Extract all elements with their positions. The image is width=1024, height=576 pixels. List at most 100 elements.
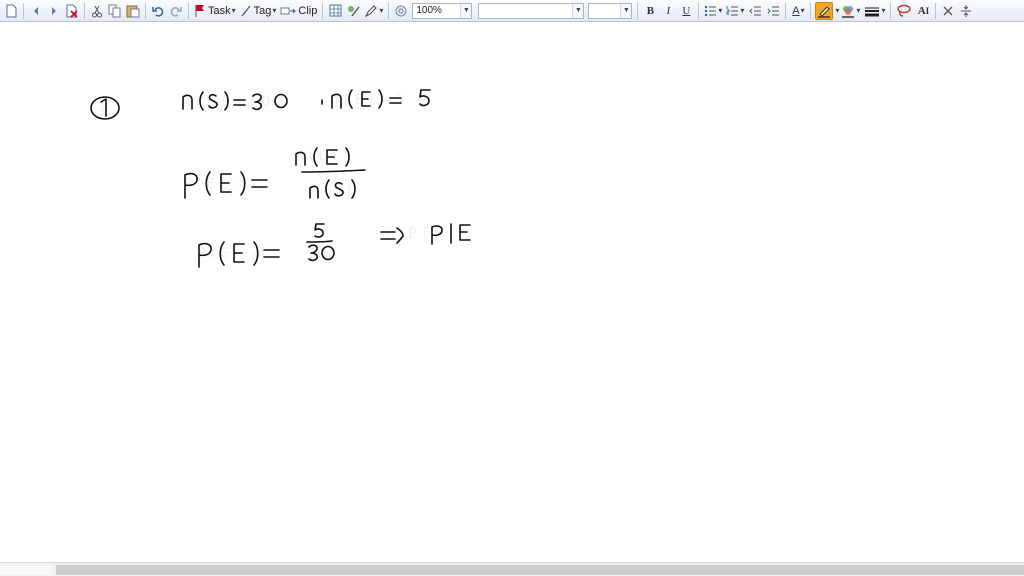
fill-color-icon <box>841 4 855 18</box>
bullet-list-button[interactable]: ▾ <box>703 2 723 20</box>
scrollbar-thumb[interactable] <box>56 565 1024 575</box>
problem-number-ink <box>90 96 120 120</box>
task-button[interactable]: Task ▾ <box>193 2 237 20</box>
chevron-down-icon: ▾ <box>740 6 745 15</box>
undo-button[interactable] <box>150 2 166 20</box>
forward-button[interactable] <box>46 2 62 20</box>
split-button[interactable] <box>958 2 974 20</box>
draw-tools-button[interactable] <box>345 2 361 20</box>
table-icon <box>329 4 342 17</box>
redo-button[interactable] <box>168 2 184 20</box>
separator <box>810 2 812 19</box>
copy-button[interactable] <box>107 2 123 20</box>
tag-label: Tag <box>253 4 272 17</box>
new-page-button[interactable] <box>3 2 19 20</box>
at-sign-icon <box>395 5 407 17</box>
font-color-glyph: A <box>792 4 800 17</box>
split-icon <box>960 4 972 18</box>
italic-button[interactable]: I <box>660 2 676 20</box>
increase-indent-icon <box>767 5 780 17</box>
fill-color-button[interactable]: ▾ <box>840 2 861 20</box>
font-color-button[interactable]: A ▾ <box>790 2 806 20</box>
pen-icon <box>364 4 378 18</box>
zoom-value: 100% <box>416 5 442 16</box>
note-canvas[interactable]: 1 n(S)=30 n(E)=5 P(E) = n(E) n(S) P(E) =… <box>0 22 1024 562</box>
line3-denominator-ink <box>308 244 335 262</box>
horizontal-scrollbar[interactable] <box>0 562 1024 576</box>
increase-indent-button[interactable] <box>765 2 781 20</box>
clip-button[interactable]: Clip <box>279 2 318 20</box>
separator <box>785 2 787 19</box>
separator <box>145 2 146 19</box>
delete-page-button[interactable] <box>64 2 80 20</box>
chevron-down-icon: ▾ <box>231 6 236 15</box>
clip-label: Clip <box>298 4 318 17</box>
redo-icon <box>170 5 182 17</box>
chevron-down-icon: ▾ <box>379 6 384 15</box>
lasso-button[interactable] <box>895 2 913 20</box>
decrease-indent-button[interactable] <box>747 2 763 20</box>
separator <box>23 2 24 19</box>
table-button[interactable] <box>327 2 343 20</box>
chevron-down-icon: ▼ <box>620 3 632 18</box>
chevron-down-icon: ▼ <box>572 3 584 18</box>
chevron-down-icon: ▼ <box>460 3 472 18</box>
delete-page-icon <box>65 4 79 18</box>
decrease-indent-icon <box>749 5 762 17</box>
back-button[interactable] <box>28 2 44 20</box>
new-page-icon <box>5 4 17 18</box>
scrollbar-left-area <box>0 565 52 575</box>
back-icon <box>31 5 41 17</box>
numbered-list-icon <box>726 5 739 17</box>
underline-button[interactable]: U <box>678 2 694 20</box>
close-x-button[interactable] <box>940 2 956 20</box>
separator <box>388 2 390 19</box>
lasso-icon <box>896 4 912 18</box>
task-flag-icon <box>194 4 206 18</box>
cut-button[interactable] <box>89 2 105 20</box>
chevron-down-icon: ▾ <box>856 6 861 15</box>
handwriting-ink <box>90 89 471 268</box>
separator <box>84 2 85 19</box>
separator <box>890 2 892 19</box>
paste-button[interactable] <box>125 2 141 20</box>
highlighter-icon <box>817 4 831 18</box>
paste-icon <box>126 4 140 18</box>
separator <box>935 2 937 19</box>
separator <box>637 2 639 19</box>
line2-numerator-ink <box>295 147 350 167</box>
task-label: Task <box>208 4 231 17</box>
text-style-icon: A <box>917 4 926 17</box>
chevron-down-icon: ▾ <box>272 6 277 15</box>
at-sign-button[interactable] <box>393 2 409 20</box>
forward-icon <box>49 5 59 17</box>
line1-left-ink <box>182 91 288 111</box>
font-size-select[interactable]: ▼ <box>588 2 633 19</box>
clip-icon <box>280 5 297 17</box>
highlighter-button[interactable] <box>815 1 834 20</box>
tag-button[interactable]: Tag ▾ <box>239 2 278 20</box>
text-cursor-icon: I <box>925 5 930 16</box>
separator <box>188 2 189 19</box>
draw-tools-icon <box>346 4 360 18</box>
cut-icon <box>91 4 103 18</box>
line3-lhs-ink <box>198 241 280 268</box>
undo-icon <box>152 5 164 17</box>
font-name-select[interactable]: ▼ <box>478 2 585 19</box>
pen-button[interactable]: ▾ <box>363 2 384 20</box>
line-style-button[interactable]: ▾ <box>863 2 886 20</box>
font-color-icon: A <box>792 4 800 17</box>
numbered-list-button[interactable]: ▾ <box>725 2 745 20</box>
line3-fraction-bar <box>306 240 333 243</box>
chevron-down-icon[interactable]: ▾ <box>835 6 839 15</box>
separator <box>698 2 700 19</box>
bullet-list-icon <box>704 5 717 17</box>
bold-button[interactable]: B <box>642 2 658 20</box>
text-style-button[interactable]: AI <box>915 2 931 20</box>
chevron-down-icon: ▾ <box>800 6 805 15</box>
zoom-select[interactable]: 100% ▼ <box>412 2 473 19</box>
line-style-icon <box>864 5 880 17</box>
line1-right-ink <box>321 89 431 109</box>
toolbar: Task ▾ Tag ▾ Clip ▾ 100% ▼ ▼ ▼ B I U ▾ ▾… <box>0 0 1024 22</box>
line2-fraction-bar <box>301 169 366 173</box>
